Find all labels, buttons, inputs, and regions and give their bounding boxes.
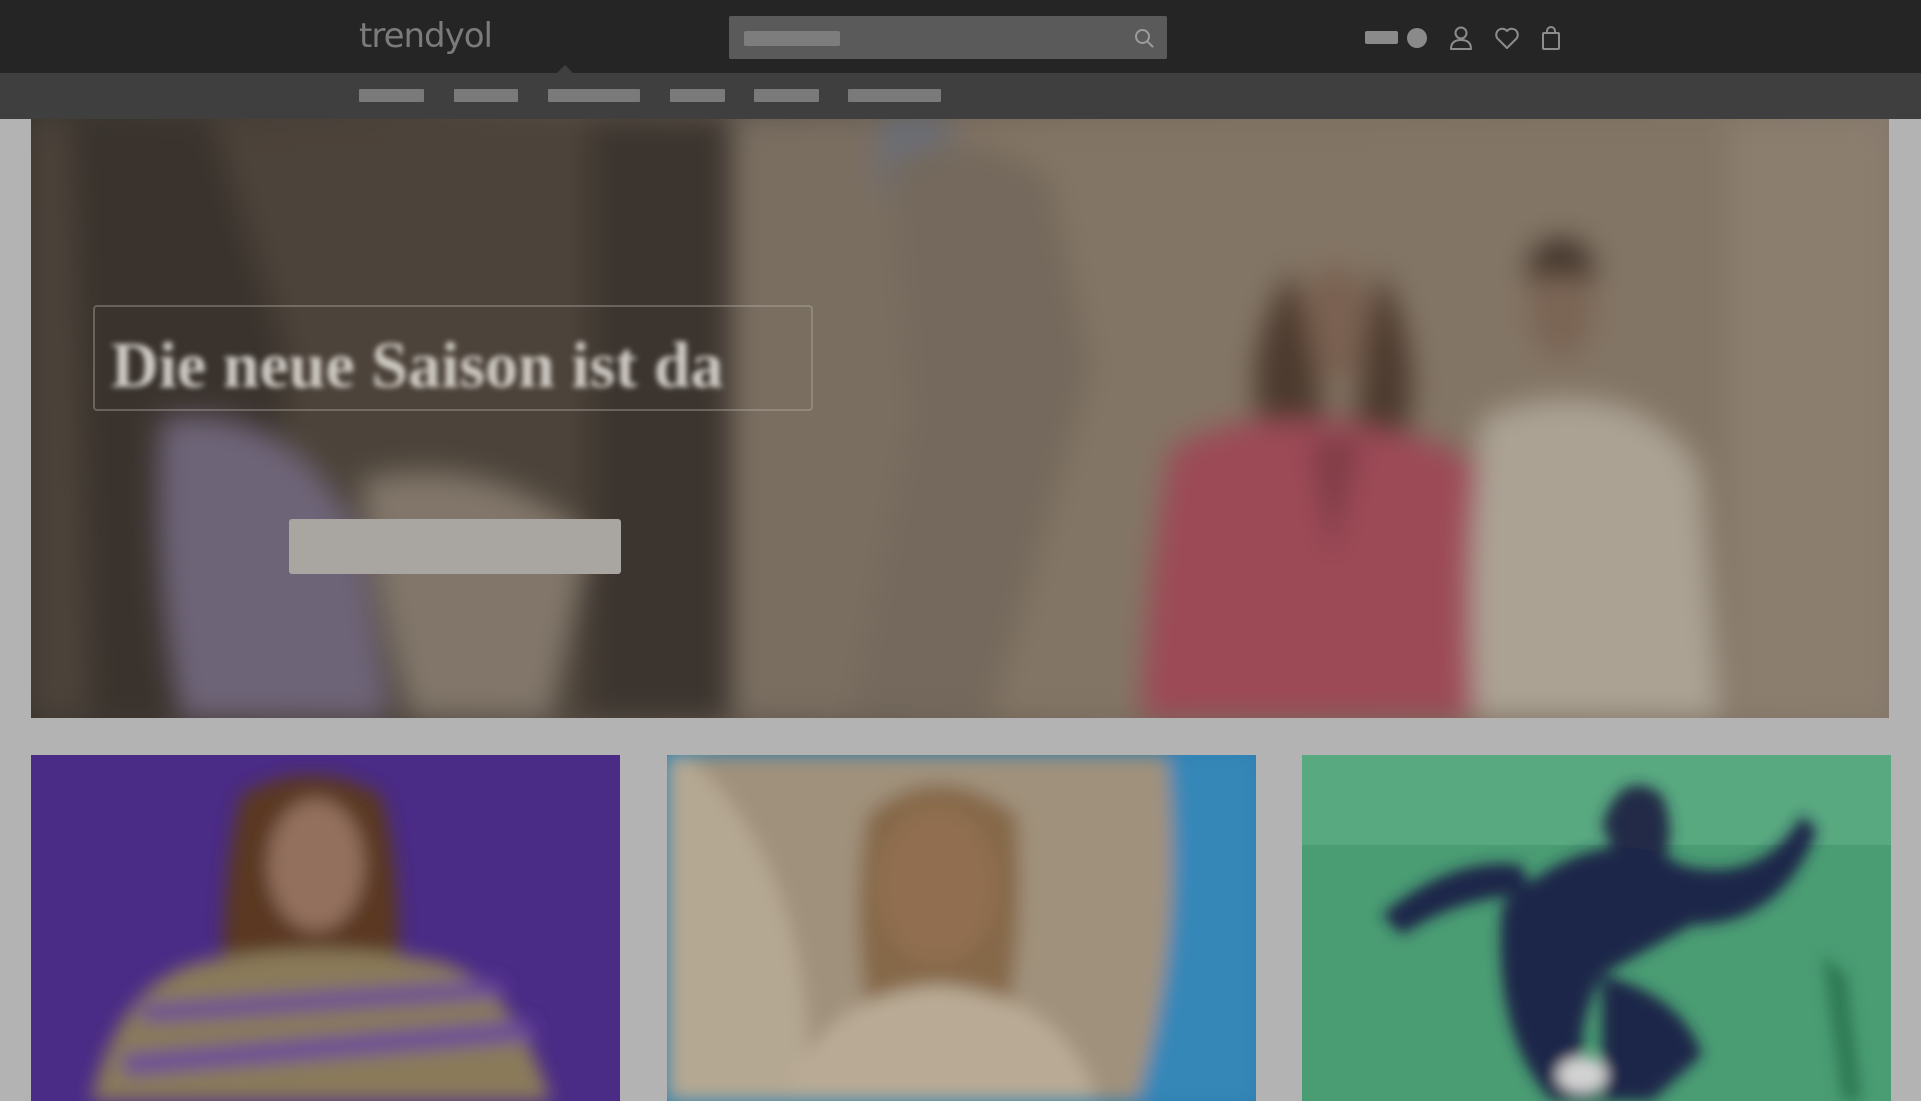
promo-tile-3[interactable] [1302,755,1891,1101]
language-switcher[interactable] [1365,26,1429,50]
category-nav-item[interactable] [359,89,424,102]
category-nav-item[interactable] [548,89,640,102]
search-icon[interactable] [1133,27,1155,49]
hero-image [31,119,1889,718]
user-icon[interactable] [1447,24,1475,52]
page: trendyol Die neue Saison ist da [0,0,1921,1101]
hero-cta-button[interactable] [289,519,621,574]
promo-tile-1[interactable] [31,755,620,1101]
promo-tile-image [667,755,1256,1101]
hero-subtitle [181,445,761,479]
hero-banner[interactable]: Die neue Saison ist da [31,119,1889,718]
hero-title: Die neue Saison ist da [111,329,724,398]
promo-tile-image [1302,755,1891,1101]
flag-icon [1407,28,1427,48]
category-nav-item[interactable] [454,89,518,102]
promo-tile-image [31,755,620,1101]
language-label [1365,31,1398,44]
category-nav-item[interactable] [848,89,941,102]
category-nav-item[interactable] [670,89,725,102]
category-nav-item[interactable] [754,89,819,102]
logo[interactable]: trendyol [359,16,493,56]
heart-icon[interactable] [1493,24,1521,52]
promo-tile-2[interactable] [667,755,1256,1101]
shopping-bag-icon[interactable] [1537,24,1565,52]
search-bar[interactable] [729,16,1167,59]
search-input[interactable] [741,16,1121,59]
top-header: trendyol [0,0,1921,74]
category-nav [0,73,1921,119]
